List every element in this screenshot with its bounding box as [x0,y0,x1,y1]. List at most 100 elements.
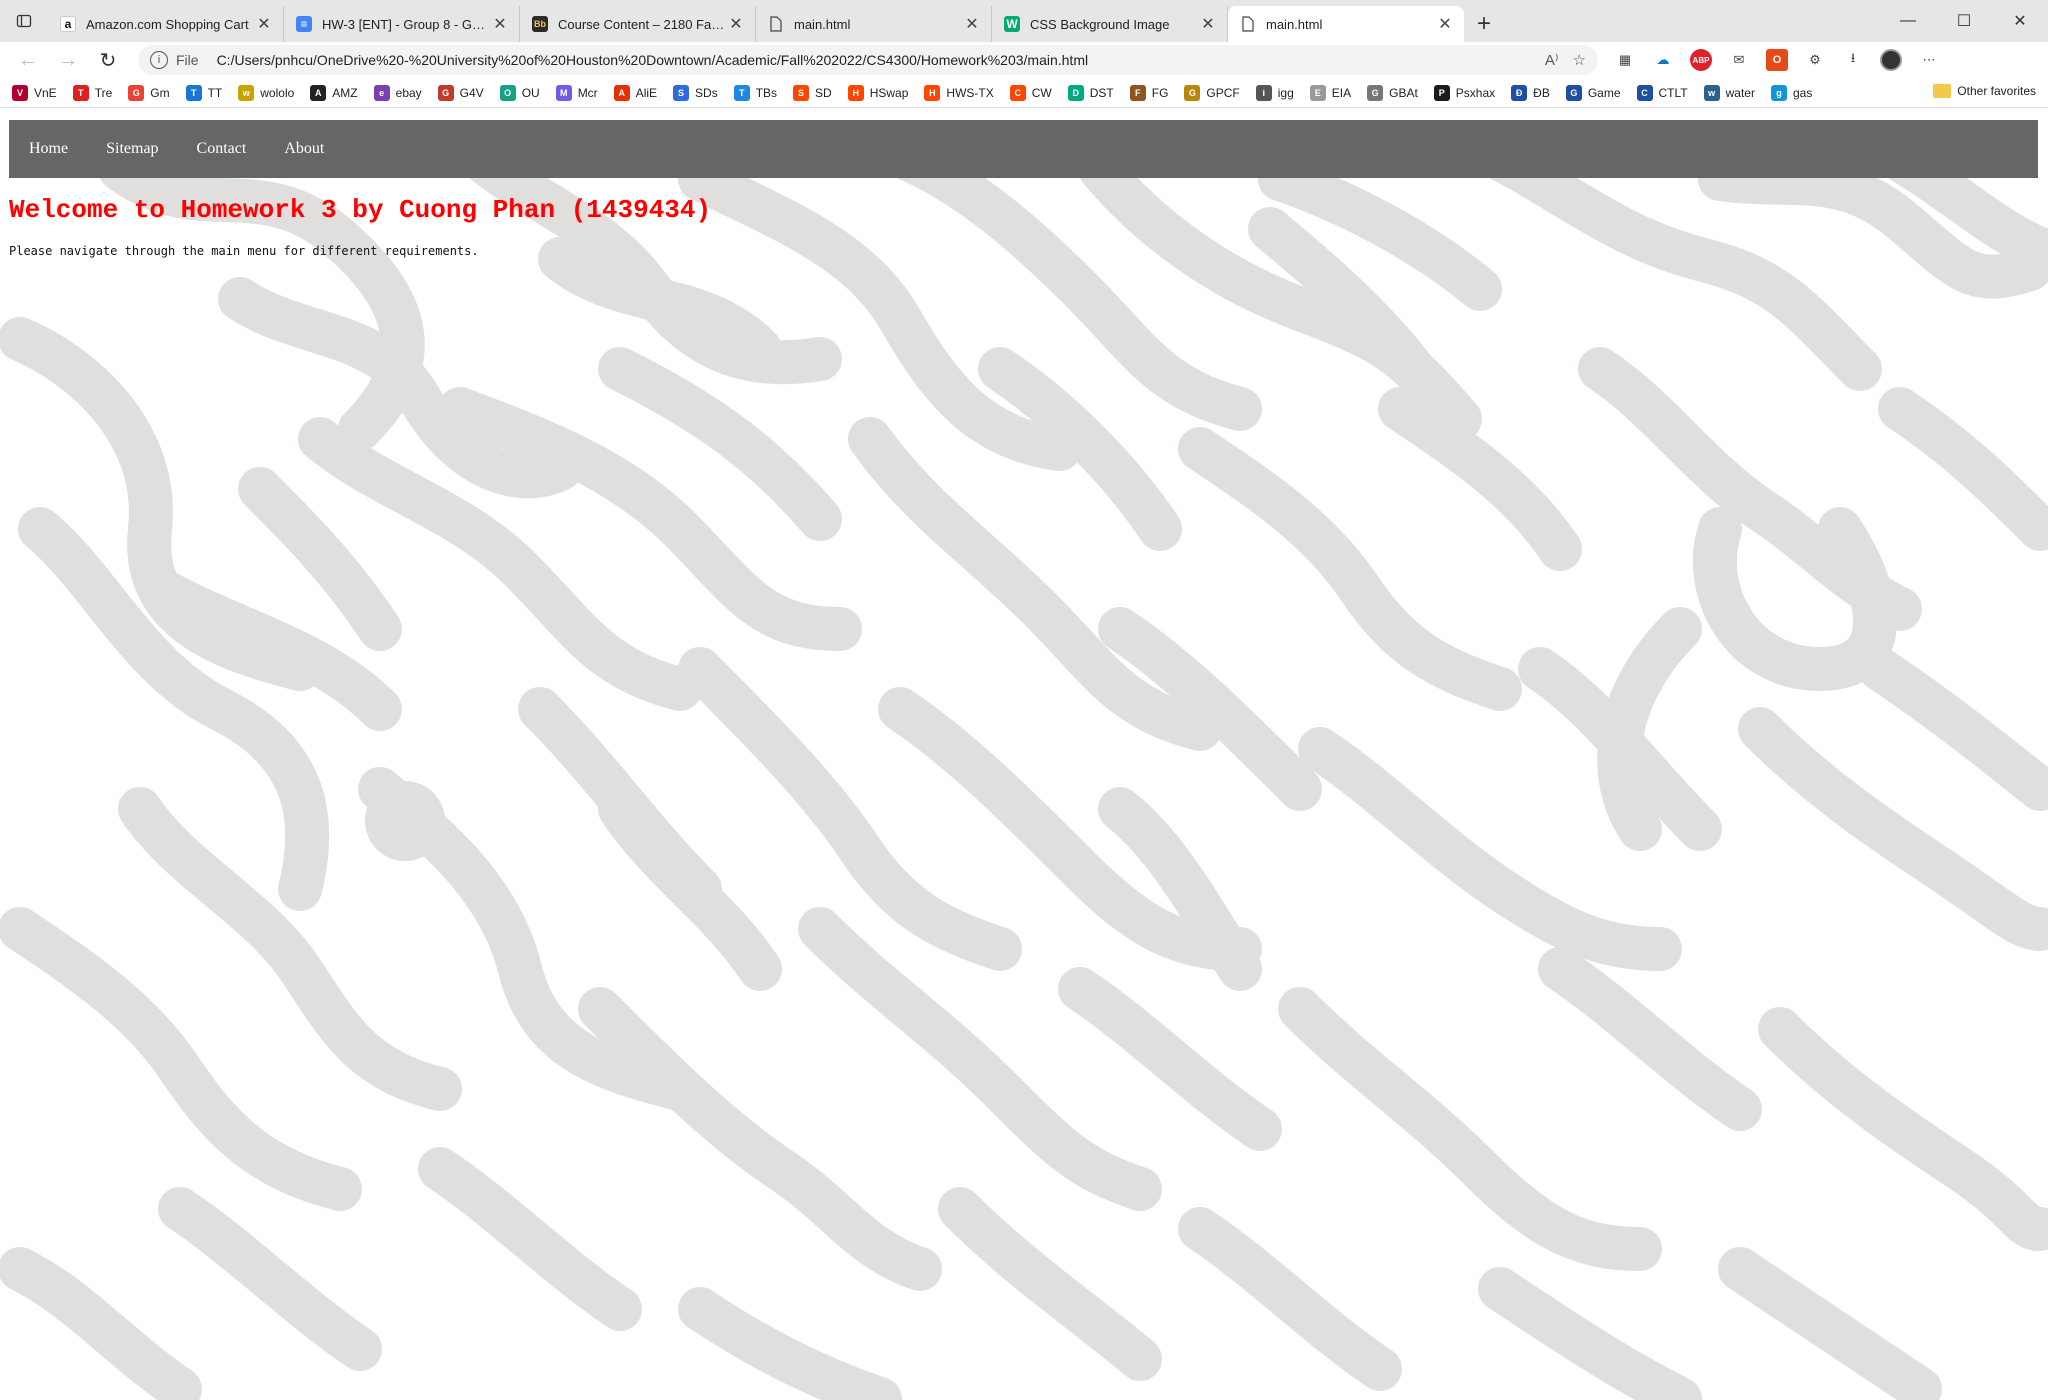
extensions-area: ▦ ☁ ABP ✉ O ⚙ ⭳ ⋯ [1614,49,1940,71]
favorite-label: AliE [635,85,658,100]
folder-icon [1933,84,1952,98]
mail-icon[interactable]: ✉ [1728,49,1750,71]
close-icon[interactable]: ✕ [1436,14,1454,34]
favorite-label: OU [521,85,540,100]
favorite-item[interactable]: D DST [1067,84,1114,101]
favorite-icon: A [310,84,327,101]
tab[interactable]: a Amazon.com Shopping Cart ✕ [48,6,284,42]
tab-active[interactable]: main.html ✕ [1228,6,1464,42]
extensions-puzzle-icon[interactable]: ⚙ [1804,49,1826,71]
office-icon[interactable]: O [1766,49,1788,71]
favorite-item[interactable]: H HSwap [847,84,909,101]
nav-contact-link[interactable]: Contact [197,140,247,158]
new-tab-button[interactable]: + [1464,6,1504,42]
favorite-item[interactable]: G GBAt [1367,84,1418,101]
nav-sitemap-link[interactable]: Sitemap [106,140,158,158]
favorite-label: CTLT [1658,85,1688,100]
favorite-item[interactable]: T TBs [733,84,777,101]
favorite-label: ebay [395,85,422,100]
favorite-icon: G [1367,84,1384,101]
read-aloud-icon[interactable]: A⁾ [1545,51,1559,69]
tab[interactable]: ≡ HW-3 [ENT] - Group 8 - Google ✕ [284,6,520,42]
favorite-label: SD [815,85,832,100]
close-icon[interactable]: ✕ [1199,14,1217,34]
favorite-item[interactable]: M Mcr [555,84,598,101]
favorite-item[interactable]: P Psxhax [1433,84,1496,101]
other-favorites-label: Other favorites [1957,84,2036,98]
favorite-item[interactable]: S SDs [673,84,718,101]
favorite-item[interactable]: F FG [1129,84,1168,101]
favorite-label: Psxhax [1455,85,1496,100]
nav-home-link[interactable]: Home [29,140,68,158]
favorite-item[interactable]: T Tre [72,84,113,101]
favorite-item[interactable]: G Gm [128,84,170,101]
close-icon[interactable]: ✕ [255,14,273,34]
close-icon[interactable]: ✕ [963,14,981,34]
favorite-item[interactable]: A AMZ [310,84,358,101]
favorite-item[interactable]: Đ ĐB [1511,84,1550,101]
google-docs-icon: ≡ [296,16,312,32]
favorite-label: AMZ [332,85,358,100]
favorite-label: water [1725,85,1755,100]
back-button[interactable]: ← [8,42,48,78]
address-scheme: File [176,52,199,68]
favorite-item[interactable]: H HWS-TX [924,84,994,101]
favorite-item[interactable]: A AliE [613,84,658,101]
add-favorite-icon[interactable]: ☆ [1573,51,1586,69]
close-window-button[interactable]: ✕ [1992,0,2048,42]
favorite-item[interactable]: C CW [1009,84,1052,101]
other-favorites[interactable]: Other favorites [1933,84,2036,98]
favorite-item[interactable]: G GPCF [1184,84,1240,101]
favorite-item[interactable]: w wololo [238,84,294,101]
favorite-label: Tre [94,85,113,100]
favorite-label: EIA [1331,85,1352,100]
browser-toolbar: ← → ↻ i File C:/Users/pnhcu/OneDrive%20-… [0,42,2048,78]
nav-about-link[interactable]: About [284,140,324,158]
favorite-label: Game [1587,85,1621,100]
address-bar[interactable]: i File C:/Users/pnhcu/OneDrive%20-%20Uni… [138,45,1598,75]
w3schools-icon: W [1004,16,1020,32]
background-pattern [0,127,2048,1400]
favorite-item[interactable]: i igg [1255,84,1294,101]
favorite-item[interactable]: O OU [499,84,540,101]
tab-title: CSS Background Image [1030,16,1170,32]
favorite-item[interactable]: S SD [793,84,832,101]
refresh-button[interactable]: ↻ [88,42,128,78]
favorite-icon: G [128,84,145,101]
favorite-label: igg [1277,85,1294,100]
favorite-icon: M [555,84,572,101]
favorite-item[interactable]: e ebay [373,84,422,101]
onedrive-icon[interactable]: ☁ [1652,49,1674,71]
tab[interactable]: main.html ✕ [756,6,992,42]
favorite-icon: C [1636,84,1653,101]
info-icon[interactable]: i [150,51,168,69]
favorite-item[interactable]: E EIA [1309,84,1352,101]
favorite-item[interactable]: C CTLT [1636,84,1688,101]
tab[interactable]: Bb Course Content – 2180 Fall 2022 ✕ [520,6,756,42]
close-icon[interactable]: ✕ [491,14,509,34]
favorite-item[interactable]: T TT [185,84,222,101]
maximize-button[interactable]: ☐ [1936,0,1992,42]
favorite-item[interactable]: w water [1703,84,1755,101]
favorite-item[interactable]: G G4V [437,84,484,101]
favorite-item[interactable]: G Game [1565,84,1621,101]
close-icon[interactable]: ✕ [727,14,745,34]
downloads-icon[interactable]: ⭳ [1842,49,1864,71]
adblock-icon[interactable]: ABP [1690,49,1712,71]
favorite-icon: H [847,84,864,101]
forward-button[interactable]: → [48,42,88,78]
tab-actions-button[interactable] [0,0,48,42]
favorite-item[interactable]: V VnE [12,84,57,101]
favorite-label: Gm [150,85,170,100]
profile-avatar[interactable] [1880,49,1902,71]
address-url[interactable]: C:/Users/pnhcu/OneDrive%20-%20University… [217,52,1545,68]
favorite-icon: w [238,84,255,101]
tab[interactable]: W CSS Background Image ✕ [992,6,1228,42]
more-menu-icon[interactable]: ⋯ [1918,49,1940,71]
favorite-label: HSwap [869,85,909,100]
minimize-button[interactable]: — [1880,0,1936,42]
favorite-icon: e [373,84,390,101]
favorite-icon: w [1703,84,1720,101]
favorite-item[interactable]: g gas [1770,84,1812,101]
extension-icon[interactable]: ▦ [1614,49,1636,71]
